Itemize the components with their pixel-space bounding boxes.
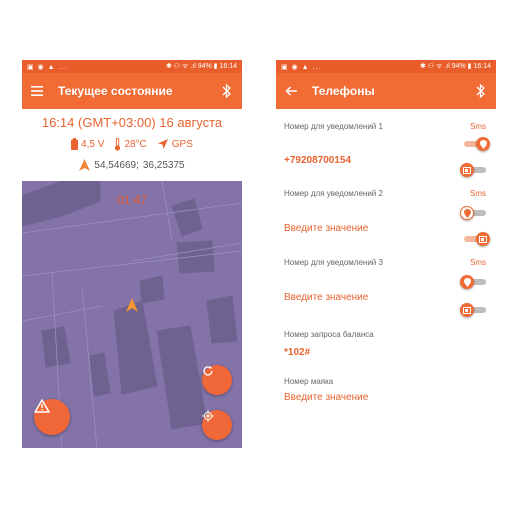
notify1-call-toggle[interactable] — [460, 163, 490, 177]
status-notifications: ▣ ◉ ▲ ... — [27, 63, 68, 71]
status-notifications: ▣ ◉ ▲ ... — [281, 63, 322, 71]
status-bar: ▣ ◉ ▲ ... ✱ ⚇ ᯤ .ıl 94% ▮ 16:14 — [276, 60, 496, 73]
battery-icon — [71, 138, 79, 150]
latitude: 54,54669; — [94, 159, 139, 171]
bluetooth-icon[interactable] — [474, 83, 488, 99]
notify2-call-toggle[interactable] — [460, 232, 490, 246]
notify1-input[interactable]: +79208700154 — [284, 155, 351, 166]
notify3-location-toggle[interactable] — [460, 275, 490, 289]
temperature-value: 28°C — [124, 138, 147, 150]
app-bar: Текущее состояние — [22, 73, 242, 109]
notify1-location-toggle[interactable] — [460, 137, 490, 151]
location-pin-icon — [463, 277, 471, 287]
gps-value: GPS — [171, 138, 193, 150]
balance-input[interactable]: *102# — [284, 347, 310, 358]
app-bar: Телефоны — [276, 73, 496, 109]
notify3-label: Номер для уведомлений 3 — [284, 258, 383, 267]
page-title: Телефоны — [312, 84, 375, 98]
notify3-sms-label: Sms — [470, 258, 486, 267]
screenshot-collage: ▣ ◉ ▲ ... ✱ ⚇ ᯤ .ıl 94% ▮ 16:14 Текущее … — [0, 0, 510, 510]
beacon-input[interactable]: Введите значение — [284, 392, 368, 403]
locate-button[interactable] — [202, 410, 232, 440]
page-title: Текущее состояние — [58, 84, 173, 98]
datetime: 16:14 (GMT+03:00) 16 августа — [41, 115, 223, 130]
notify2-location-toggle[interactable] — [460, 206, 490, 220]
voltage-sensor: 4,5 V — [71, 138, 104, 150]
refresh-icon — [203, 366, 213, 376]
coordinates: 54,54669; 36,25375 — [22, 155, 242, 175]
thermometer-icon — [115, 137, 121, 151]
menu-icon[interactable] — [30, 84, 44, 98]
phones-list: Номер для уведомлений 1 Sms +79208700154… — [276, 109, 496, 448]
locate-icon — [202, 410, 214, 422]
timer: 01:47 — [116, 193, 148, 207]
balance-label: Номер запроса баланса — [284, 330, 374, 339]
gps-arrow-icon — [157, 139, 168, 149]
status-system: ✱ ⚇ ᯤ .ıl 94% ▮ 16:14 — [419, 63, 491, 70]
notify3-input[interactable]: Введите значение — [284, 292, 368, 303]
beacon-label: Номер маяка — [284, 377, 334, 386]
voltage-value: 4,5 V — [81, 138, 105, 150]
refresh-button[interactable] — [202, 365, 232, 395]
alert-icon — [34, 399, 50, 413]
direction-arrow-icon — [79, 159, 91, 171]
status-system: ✱ ⚇ ᯤ .ıl 94% ▮ 16:14 — [165, 63, 237, 70]
notify2-label: Номер для уведомлений 2 — [284, 189, 383, 198]
back-arrow-icon[interactable] — [284, 84, 298, 98]
location-pin-icon — [463, 208, 471, 218]
notify1-sms-label: Sms — [470, 122, 486, 131]
phone-call-icon — [463, 306, 471, 314]
current-state-screen: ▣ ◉ ▲ ... ✱ ⚇ ᯤ .ıl 94% ▮ 16:14 Текущее … — [22, 60, 242, 448]
phone-call-icon — [463, 166, 471, 174]
notify1-label: Номер для уведомлений 1 — [284, 122, 383, 131]
map-view[interactable]: 01:47 — [22, 181, 242, 448]
notify3-call-toggle[interactable] — [460, 303, 490, 317]
notify2-input[interactable]: Введите значение — [284, 223, 368, 234]
status-info: 16:14 (GMT+03:00) 16 августа 4,5 V 28°C … — [22, 109, 242, 175]
bluetooth-icon[interactable] — [220, 83, 234, 99]
notify2-sms-label: Sms — [470, 189, 486, 198]
status-bar: ▣ ◉ ▲ ... ✱ ⚇ ᯤ .ıl 94% ▮ 16:14 — [22, 60, 242, 73]
location-pin-icon — [479, 139, 487, 149]
phone-call-icon — [479, 235, 487, 243]
alert-button[interactable] — [34, 399, 70, 435]
temperature-sensor: 28°C — [114, 137, 147, 151]
sensor-row: 4,5 V 28°C GPS — [22, 133, 242, 155]
longitude: 36,25375 — [142, 159, 185, 171]
phones-screen: ▣ ◉ ▲ ... ✱ ⚇ ᯤ .ıl 94% ▮ 16:14 Телефоны… — [276, 60, 496, 448]
gps-sensor: GPS — [157, 138, 193, 150]
